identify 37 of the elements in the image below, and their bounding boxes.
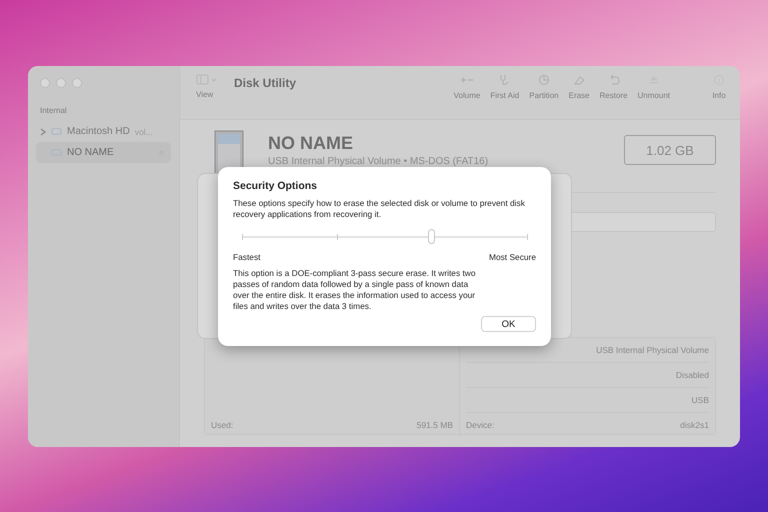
info-value: 591.5 MB [416, 420, 453, 430]
toolbar-button[interactable]: Erase [564, 74, 594, 100]
capacity-box: 1.02 GB [624, 135, 716, 165]
view-label: View [196, 90, 214, 99]
chevron-icon[interactable] [40, 128, 46, 136]
sidebar-section-label: Internal [39, 106, 68, 115]
info-value: USB Internal Physical Volume [596, 345, 709, 355]
toolbar-button[interactable]: First Aid [486, 74, 524, 100]
slider-thumb[interactable] [428, 229, 435, 244]
window-title: Disk Utility [234, 76, 296, 90]
toolbar-button[interactable]: Partition [525, 74, 563, 100]
eraser-icon [572, 74, 586, 86]
dialog-title: Security Options [233, 180, 318, 192]
info-label: Device: [466, 420, 494, 430]
info-value: disk2s1 [680, 420, 709, 430]
volume-subtitle: USB Internal Physical Volume • MS-DOS (FAT16) [268, 156, 490, 167]
slider-min-label: Fastest [233, 252, 260, 262]
slider-max-label: Most Secure [488, 252, 536, 262]
info-value: Disabled [676, 370, 709, 380]
close-icon[interactable] [40, 78, 50, 88]
minimize-icon[interactable] [56, 78, 66, 88]
pie-chart-icon [536, 74, 551, 86]
toolbar-button[interactable]: Unmount [634, 74, 674, 100]
zoom-icon[interactable] [72, 78, 82, 88]
dialog-description: These options specify how to erase the selected disk or volume to prevent disk recovery applications from recovering it. [233, 198, 526, 220]
toolbar-button[interactable]: Restore [596, 74, 632, 100]
option-explanation: This option is a DOE-compliant 3-pass secure erase. It writes two passes of random data followed by a single pass of known data over the entire disk. It erases the information used to access your files and writes over the data 3 times. [233, 268, 477, 312]
item-name: NO NAME [67, 147, 114, 158]
info-button[interactable]: Info [708, 74, 730, 100]
toolbar-button[interactable]: Volume [450, 74, 484, 100]
info-value: USB [692, 395, 709, 405]
info-label: Used: [211, 420, 234, 430]
volume-name: NO NAME [268, 133, 354, 154]
security-slider[interactable] [242, 230, 527, 244]
item-name: Macintosh HD [67, 126, 130, 137]
sidebar-item[interactable]: NO NAME [36, 142, 171, 163]
ok-button[interactable]: OK [481, 316, 536, 332]
